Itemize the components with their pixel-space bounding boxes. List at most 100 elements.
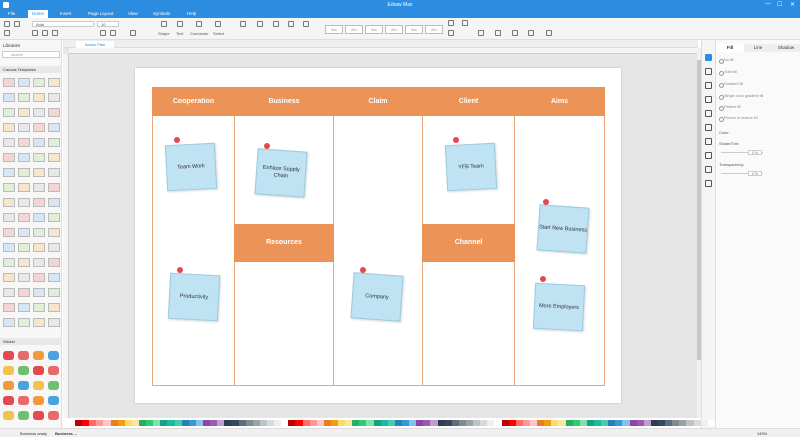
option-no-fill[interactable]: No fill: [719, 58, 734, 64]
color-swatch[interactable]: [423, 420, 431, 426]
color-swatch[interactable]: [323, 420, 331, 426]
template-thumbnail[interactable]: [3, 123, 15, 132]
page-name[interactable]: Business analy: [20, 431, 47, 436]
history-panel-icon[interactable]: [705, 152, 712, 159]
sticky-note-new-business[interactable]: Start New Business: [536, 204, 590, 254]
template-thumbnail[interactable]: [3, 108, 15, 117]
sticker-thumbnail[interactable]: [3, 381, 14, 390]
transparency-value-input[interactable]: 0 %: [748, 171, 762, 176]
select-tool-label[interactable]: Select: [213, 31, 224, 36]
template-thumbnail[interactable]: [48, 138, 60, 147]
group-icon[interactable]: [257, 21, 263, 27]
template-thumbnail[interactable]: [48, 318, 60, 327]
image-panel-icon[interactable]: [705, 82, 712, 89]
color-palette[interactable]: [75, 420, 715, 426]
template-thumbnail[interactable]: [3, 303, 15, 312]
sticky-note-yfb-team[interactable]: YFB Team: [444, 142, 498, 192]
color-swatch[interactable]: [515, 420, 523, 426]
color-swatch[interactable]: [330, 420, 339, 426]
sticker-thumbnail[interactable]: [3, 351, 14, 360]
sticker-thumbnail[interactable]: [48, 351, 59, 360]
sticky-note-team-work[interactable]: Team Work: [164, 142, 218, 192]
format-painter-icon[interactable]: [478, 30, 484, 36]
template-thumbnail[interactable]: [18, 288, 30, 297]
template-thumbnail[interactable]: [18, 123, 30, 132]
sticker-section[interactable]: Sticker: [0, 338, 62, 345]
template-thumbnail[interactable]: [33, 273, 45, 282]
template-thumbnail[interactable]: [48, 168, 60, 177]
font-size-select[interactable]: 10: [97, 21, 119, 27]
color-swatch[interactable]: [565, 420, 573, 426]
color-swatch[interactable]: [96, 420, 104, 426]
template-thumbnail[interactable]: [3, 138, 15, 147]
color-swatch[interactable]: [338, 420, 346, 426]
option-pattern-fill[interactable]: Pattern fill: [719, 105, 741, 111]
color-swatch[interactable]: [508, 420, 516, 426]
align-icon[interactable]: [288, 21, 294, 27]
shade-value-input[interactable]: 0 %: [748, 150, 762, 155]
template-thumbnail[interactable]: [18, 168, 30, 177]
color-swatch[interactable]: [551, 420, 559, 426]
color-swatch[interactable]: [231, 420, 239, 426]
template-thumbnail[interactable]: [48, 303, 60, 312]
sticky-note-company[interactable]: Company: [350, 272, 404, 322]
minimize-button[interactable]: —: [765, 1, 771, 7]
template-thumbnail[interactable]: [48, 123, 60, 132]
header-resources[interactable]: Resources: [234, 224, 334, 262]
color-swatch[interactable]: [210, 420, 218, 426]
template-thumbnail[interactable]: [33, 108, 45, 117]
color-swatch[interactable]: [124, 420, 132, 426]
shape-tool-label[interactable]: Shape: [158, 31, 170, 36]
color-swatch[interactable]: [153, 420, 161, 426]
header-client[interactable]: Client: [422, 87, 515, 116]
color-swatch[interactable]: [473, 420, 481, 426]
color-swatch[interactable]: [537, 420, 545, 426]
template-thumbnail[interactable]: [18, 303, 30, 312]
find-icon[interactable]: [495, 30, 501, 36]
color-swatch[interactable]: [359, 420, 367, 426]
template-thumbnail[interactable]: [48, 78, 60, 87]
maximize-button[interactable]: ☐: [777, 1, 782, 8]
format-panel-icon[interactable]: [705, 68, 712, 75]
sticker-thumbnail[interactable]: [48, 366, 59, 375]
font-name-select[interactable]: Arial: [32, 21, 94, 27]
template-thumbnail[interactable]: [33, 213, 45, 222]
replace-icon[interactable]: [512, 30, 518, 36]
color-swatch[interactable]: [409, 420, 417, 426]
bullet-list-icon[interactable]: [130, 30, 136, 36]
color-swatch[interactable]: [387, 420, 395, 426]
template-thumbnail[interactable]: [33, 138, 45, 147]
sticker-thumbnail[interactable]: [48, 411, 59, 420]
bold-icon[interactable]: [32, 30, 38, 36]
color-swatch[interactable]: [416, 420, 424, 426]
underline-icon[interactable]: [52, 30, 58, 36]
color-swatch[interactable]: [82, 420, 90, 426]
template-thumbnail[interactable]: [48, 93, 60, 102]
library-search-input[interactable]: search: [2, 51, 60, 58]
color-swatch[interactable]: [430, 420, 438, 426]
color-swatch[interactable]: [309, 420, 317, 426]
template-thumbnail[interactable]: [33, 243, 45, 252]
template-thumbnail[interactable]: [33, 258, 45, 267]
header-cooperation[interactable]: Cooperation: [152, 87, 235, 116]
color-swatch[interactable]: [636, 420, 644, 426]
style-preset-6[interactable]: Abc: [425, 25, 443, 34]
style-preset-4[interactable]: Abc: [385, 25, 403, 34]
rotate-icon[interactable]: [273, 21, 279, 27]
color-swatch[interactable]: [586, 420, 594, 426]
style-preset-2[interactable]: Abc: [345, 25, 363, 34]
color-swatch[interactable]: [622, 420, 630, 426]
align-center-icon[interactable]: [110, 30, 116, 36]
tab-line[interactable]: Line: [744, 44, 772, 52]
template-thumbnail[interactable]: [33, 198, 45, 207]
color-swatch[interactable]: [707, 420, 715, 426]
color-swatch[interactable]: [601, 420, 609, 426]
connector-tool-label[interactable]: Connector: [190, 31, 208, 36]
sticker-thumbnail[interactable]: [48, 381, 59, 390]
template-thumbnail[interactable]: [48, 198, 60, 207]
template-thumbnail[interactable]: [48, 213, 60, 222]
style-preset-1[interactable]: Abc: [325, 25, 343, 34]
tab-fill[interactable]: Fill: [716, 44, 744, 52]
template-thumbnail[interactable]: [18, 198, 30, 207]
layer-icon[interactable]: [546, 30, 552, 36]
